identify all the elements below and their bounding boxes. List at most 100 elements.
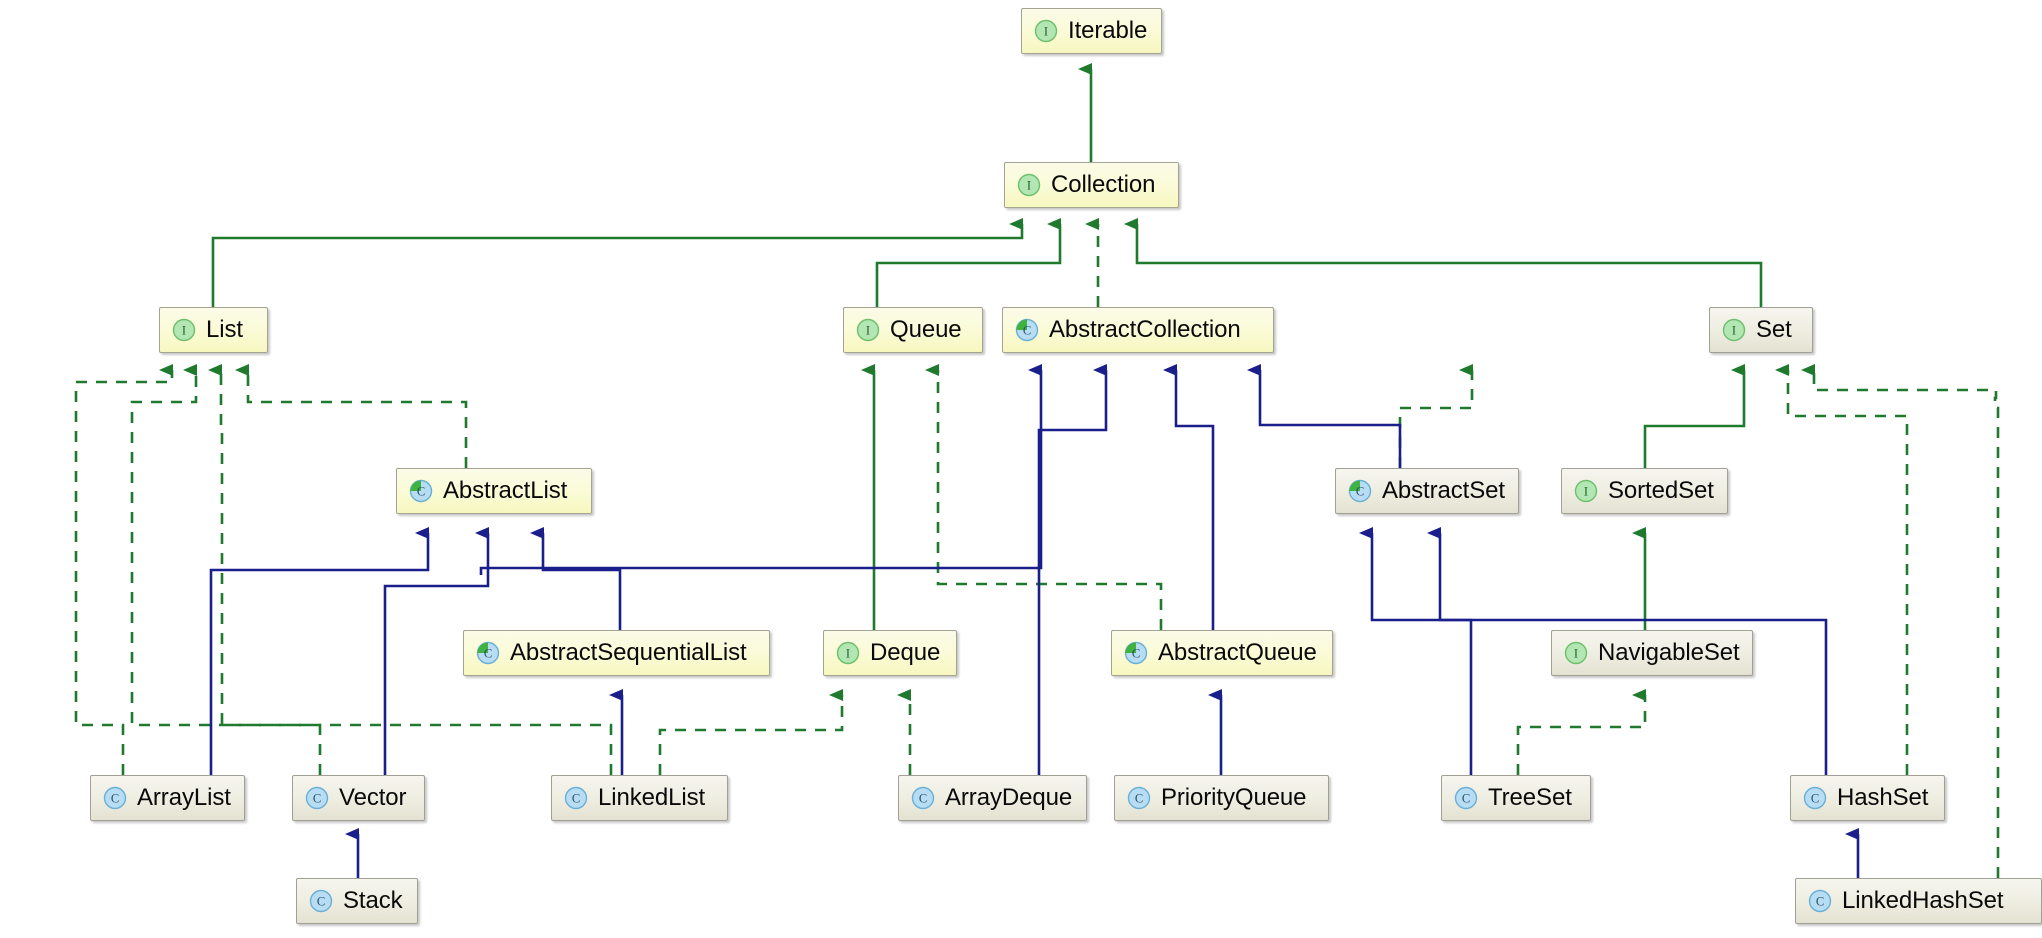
class-icon: C (1802, 785, 1828, 811)
edge-abstractset-abstractcollection (1247, 364, 1402, 468)
class-node-label: PriorityQueue (1161, 784, 1307, 811)
svg-text:C: C (1356, 485, 1364, 499)
edge-abstractqueue-abstractcollection (1163, 364, 1215, 630)
interface-icon: I (1563, 640, 1589, 666)
class-icon: C (308, 888, 334, 914)
svg-text:I: I (866, 324, 870, 338)
abstract-class-icon: C (1123, 640, 1149, 666)
edge-linkedlist-deque (658, 689, 844, 775)
edge-abstractset-set (1398, 364, 1474, 468)
svg-text:C: C (484, 647, 492, 661)
abstract-class-icon: C (475, 640, 501, 666)
svg-text:C: C (417, 485, 425, 499)
svg-text:C: C (1811, 792, 1819, 806)
class-node-arraylist[interactable]: C ArrayList (90, 775, 245, 821)
class-node-treeset[interactable]: C TreeSet (1441, 775, 1591, 821)
edge-arraylist-abstractlist (209, 527, 430, 775)
edge-abstractqueue-queue (925, 364, 1163, 630)
class-node-label: HashSet (1837, 784, 1929, 811)
edge-queue-collection (875, 218, 1062, 307)
svg-text:C: C (1462, 792, 1470, 806)
class-icon: C (304, 785, 330, 811)
class-node-label: TreeSet (1488, 784, 1572, 811)
interface-icon: I (1573, 478, 1599, 504)
class-node-collection[interactable]: I Collection (1004, 162, 1179, 208)
class-node-label: Queue (890, 316, 962, 343)
edge-arraydeque-abstractcollection (1037, 364, 1108, 775)
class-node-label: LinkedList (598, 784, 706, 811)
class-node-arraydeque[interactable]: C ArrayDeque (898, 775, 1087, 821)
class-node-abstractcollection[interactable]: C AbstractCollection (1002, 307, 1274, 353)
abstract-class-icon: C (1014, 317, 1040, 343)
class-node-stack[interactable]: C Stack (296, 878, 418, 924)
class-node-linkedlist[interactable]: C LinkedList (551, 775, 728, 821)
class-node-label: ArrayList (137, 784, 231, 811)
class-node-hashset[interactable]: C HashSet (1790, 775, 1945, 821)
class-node-navigableset[interactable]: I NavigableSet (1551, 630, 1753, 676)
interface-icon: I (1016, 172, 1042, 198)
class-diagram-canvas[interactable]: I Iterable I Collection I List I Queue C Abstract… (0, 0, 2042, 938)
class-node-label: Set (1756, 316, 1792, 343)
class-node-label: AbstractSequentialList (510, 639, 747, 666)
class-node-label: AbstractCollection (1049, 316, 1241, 343)
class-node-list[interactable]: I List (159, 307, 268, 353)
edge-treeset-abstractset (1359, 527, 1473, 775)
class-node-label: SortedSet (1608, 477, 1714, 504)
svg-text:C: C (1816, 895, 1824, 909)
svg-text:C: C (1135, 792, 1143, 806)
class-icon: C (563, 785, 589, 811)
class-node-label: NavigableSet (1598, 639, 1740, 666)
class-icon: C (1453, 785, 1479, 811)
interface-icon: I (1033, 18, 1059, 44)
class-node-label: Deque (870, 639, 941, 666)
svg-text:I: I (1732, 324, 1736, 338)
class-icon: C (1807, 888, 1833, 914)
svg-text:C: C (111, 792, 119, 806)
interface-icon: I (171, 317, 197, 343)
edge-treeset-navigableset (1516, 689, 1647, 775)
class-node-label: AbstractList (443, 477, 568, 504)
svg-text:I: I (1044, 25, 1048, 39)
class-icon: C (910, 785, 936, 811)
class-node-abstractqueue[interactable]: C AbstractQueue (1111, 630, 1333, 676)
abstract-class-icon: C (1347, 478, 1373, 504)
class-node-priorityqueue[interactable]: C PriorityQueue (1114, 775, 1329, 821)
class-node-vector[interactable]: C Vector (292, 775, 425, 821)
edge-hashset-set (1775, 364, 1909, 775)
class-node-queue[interactable]: I Queue (843, 307, 983, 353)
interface-icon: I (835, 640, 861, 666)
edge-set-collection (1124, 218, 1763, 307)
svg-text:C: C (919, 792, 927, 806)
class-node-label: Stack (343, 887, 403, 914)
svg-text:C: C (572, 792, 580, 806)
svg-text:C: C (1023, 324, 1031, 338)
class-node-label: AbstractSet (1382, 477, 1505, 504)
class-node-linkedhashset[interactable]: C LinkedHashSet (1795, 878, 2042, 924)
class-node-label: AbstractQueue (1158, 639, 1317, 666)
class-node-iterable[interactable]: I Iterable (1021, 8, 1162, 54)
class-icon: C (102, 785, 128, 811)
interface-icon: I (1721, 317, 1747, 343)
edge-list-collection (211, 218, 1024, 307)
class-node-deque[interactable]: I Deque (823, 630, 957, 676)
edge-vector-list (130, 364, 322, 775)
class-node-label: Vector (339, 784, 407, 811)
svg-text:C: C (1132, 647, 1140, 661)
svg-text:C: C (317, 895, 325, 909)
edge-arraylist-list (74, 364, 174, 775)
class-node-label: Iterable (1068, 17, 1148, 44)
edge-sortedset-set (1643, 364, 1746, 468)
svg-text:I: I (1584, 485, 1588, 499)
class-node-abstractsequentiallist[interactable]: C AbstractSequentialList (463, 630, 770, 676)
class-node-label: List (206, 316, 243, 343)
svg-text:I: I (1574, 647, 1578, 661)
class-node-set[interactable]: I Set (1709, 307, 1813, 353)
svg-text:I: I (1027, 179, 1031, 193)
class-node-label: ArrayDeque (945, 784, 1073, 811)
class-node-label: Collection (1051, 171, 1156, 198)
class-node-sortedset[interactable]: I SortedSet (1561, 468, 1728, 514)
svg-text:I: I (182, 324, 186, 338)
interface-icon: I (855, 317, 881, 343)
class-node-abstractset[interactable]: C AbstractSet (1335, 468, 1519, 514)
class-node-abstractlist[interactable]: C AbstractList (396, 468, 592, 514)
